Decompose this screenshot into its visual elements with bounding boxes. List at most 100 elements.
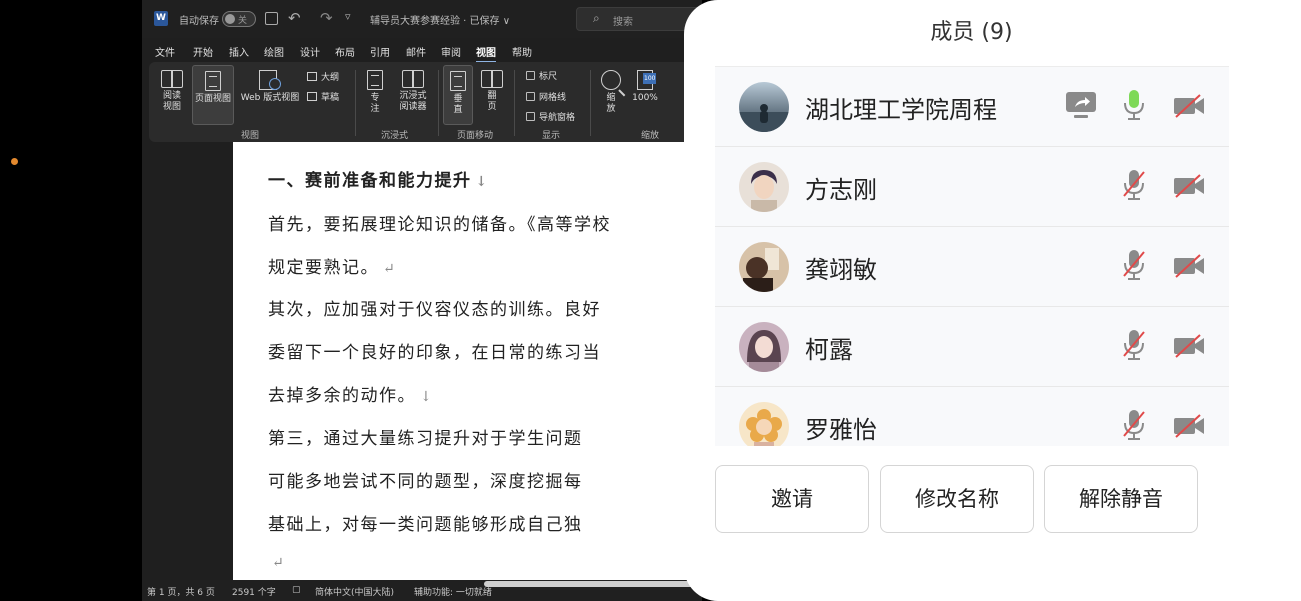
undo-icon[interactable]: ↶ — [288, 9, 301, 27]
side-to-side-button[interactable]: 翻 页 — [477, 68, 507, 124]
doc-line: 首先，要拓展理论知识的储备。《高等学校 — [268, 210, 611, 235]
focus-label: 专 注 — [370, 93, 380, 114]
immersive-reader-icon — [402, 70, 424, 88]
ruler-checkbox[interactable]: 标尺 — [526, 69, 557, 82]
nav-pane-check — [526, 112, 535, 121]
page-move-group-label: 页面移动 — [457, 131, 494, 141]
tab-help[interactable]: 帮助 — [512, 44, 532, 59]
zoom-button[interactable]: 缩 放 — [596, 68, 626, 124]
camera-off-icon[interactable] — [1173, 334, 1205, 358]
microphone-muted-icon[interactable] — [1123, 169, 1145, 201]
doc-line: 基础上，对每一类问题能够形成自己独 — [268, 510, 583, 535]
member-row[interactable]: 罗雅怡 — [715, 387, 1229, 446]
member-row[interactable]: 方志刚 — [715, 147, 1229, 227]
tab-home[interactable]: 开始 — [193, 44, 213, 59]
members-panel: 成员 (9) 湖北理工学院周程 方志刚 龚翊敏 柯露 罗雅怡 邀请 修改名称 解… — [684, 0, 1301, 601]
autosave-label: 自动保存 — [179, 16, 219, 27]
zoom-icon — [601, 70, 621, 90]
camera-off-icon[interactable] — [1173, 254, 1205, 278]
document-canvas: 一、赛前准备和能力提升 ↓ 首先，要拓展理论知识的储备。《高等学校 规定要熟记。 ↵… — [142, 142, 702, 580]
vertical-icon — [450, 71, 466, 91]
microphone-muted-icon[interactable] — [1123, 409, 1145, 441]
quick-access-more-icon[interactable]: ▿ — [345, 10, 351, 23]
zoom-label: 缩 放 — [606, 93, 616, 114]
member-row[interactable]: 柯露 — [715, 307, 1229, 387]
doc-line-text: 一、赛前准备和能力提升 — [268, 171, 472, 191]
rename-button[interactable]: 修改名称 — [880, 465, 1034, 533]
tab-mailings[interactable]: 邮件 — [406, 44, 426, 59]
ruler-check — [526, 71, 535, 80]
draft-label: 草稿 — [321, 93, 340, 103]
side-to-side-icon — [481, 70, 503, 88]
ruler-label: 标尺 — [539, 72, 558, 82]
camera-off-icon[interactable] — [1173, 94, 1205, 118]
vertical-button[interactable]: 垂 直 — [443, 65, 473, 125]
tab-view[interactable]: 视图 — [476, 44, 496, 63]
web-layout-label: Web 版式视图 — [240, 93, 300, 103]
read-mode-button[interactable]: 阅读 视图 — [155, 68, 189, 122]
zoom-100-button[interactable]: 100% — [629, 68, 661, 124]
proofing-icon[interactable]: ▢ — [292, 585, 301, 595]
member-name: 湖北理工学院周程 — [805, 96, 997, 124]
print-layout-button[interactable]: 页面视图 — [192, 65, 234, 125]
gridlines-check — [526, 92, 535, 101]
nav-pane-checkbox[interactable]: 导航窗格 — [526, 110, 575, 123]
doc-line-text: 基础上，对每一类问题能够形成自己独 — [268, 515, 583, 535]
language-status[interactable]: 简体中文(中国大陆) — [315, 585, 394, 598]
doc-line: ↵ — [268, 552, 285, 572]
paragraph-mark: ↓ — [420, 389, 434, 405]
invite-button[interactable]: 邀请 — [715, 465, 869, 533]
accessibility-status[interactable]: 辅助功能: 一切就绪 — [414, 585, 492, 598]
tab-design[interactable]: 设计 — [300, 44, 320, 59]
word-count[interactable]: 2591 个字 — [232, 585, 276, 598]
members-list[interactable]: 湖北理工学院周程 方志刚 龚翊敏 柯露 罗雅怡 — [715, 66, 1229, 446]
camera-off-icon[interactable] — [1173, 414, 1205, 438]
redo-icon[interactable]: ↷ — [320, 9, 333, 27]
immersive-reader-button[interactable]: 沉浸式 阅读器 — [393, 68, 433, 124]
member-row[interactable]: 龚翊敏 — [715, 227, 1229, 307]
show-group-label: 显示 — [542, 131, 561, 141]
gridlines-checkbox[interactable]: 网格线 — [526, 90, 566, 103]
doc-line: 一、赛前准备和能力提升 ↓ — [268, 166, 489, 191]
doc-line: 去掉多余的动作。 ↓ — [268, 381, 433, 406]
search-icon: ⌕ — [593, 11, 600, 25]
doc-line: 第三，通过大量练习提升对于学生问题 — [268, 424, 583, 449]
focus-button[interactable]: 专 注 — [361, 68, 389, 124]
unmute-button[interactable]: 解除静音 — [1044, 465, 1198, 533]
print-layout-label: 页面视图 — [194, 94, 231, 104]
paragraph-mark: ↵ — [383, 261, 397, 277]
tab-review[interactable]: 审阅 — [441, 44, 461, 59]
read-mode-icon — [161, 70, 183, 88]
autosave-toggle[interactable]: 关 — [222, 11, 256, 27]
camera-off-icon[interactable] — [1173, 174, 1205, 198]
web-layout-button[interactable]: Web 版式视图 — [237, 68, 303, 122]
nav-pane-label: 导航窗格 — [539, 113, 576, 123]
search-placeholder: 搜索 — [613, 17, 633, 28]
microphone-muted-icon[interactable] — [1123, 249, 1145, 281]
paragraph-mark: ↵ — [272, 555, 286, 571]
screen-share-icon[interactable] — [1065, 91, 1097, 121]
save-icon[interactable] — [265, 12, 278, 25]
gridlines-label: 网格线 — [539, 93, 567, 103]
draft-button[interactable]: 草稿 — [307, 90, 339, 103]
doc-line-text: 第三，通过大量练习提升对于学生问题 — [268, 429, 583, 449]
word-logo-icon: W — [154, 11, 168, 26]
tab-file[interactable]: 文件 — [155, 44, 175, 59]
microphone-muted-icon[interactable] — [1123, 329, 1145, 361]
microphone-on-icon[interactable] — [1123, 89, 1145, 121]
outline-button[interactable]: 大纲 — [307, 70, 339, 83]
avatar — [739, 82, 789, 132]
immersive-group-label: 沉浸式 — [381, 131, 409, 141]
doc-line: 规定要熟记。 ↵ — [268, 253, 396, 278]
tab-references[interactable]: 引用 — [370, 44, 390, 59]
avatar — [739, 242, 789, 292]
member-row[interactable]: 湖北理工学院周程 — [715, 67, 1229, 147]
document-title[interactable]: 辅导员大赛参赛经验 · 已保存 ∨ — [370, 12, 510, 27]
ribbon-separator — [355, 70, 356, 136]
tab-layout[interactable]: 布局 — [335, 44, 355, 59]
doc-line: 可能多地尝试不同的题型，深度挖掘每 — [268, 467, 583, 492]
tab-draw[interactable]: 绘图 — [264, 44, 284, 59]
tab-insert[interactable]: 插入 — [229, 44, 249, 59]
page-count[interactable]: 第 1 页，共 6 页 — [147, 585, 215, 598]
draft-icon — [307, 92, 317, 101]
